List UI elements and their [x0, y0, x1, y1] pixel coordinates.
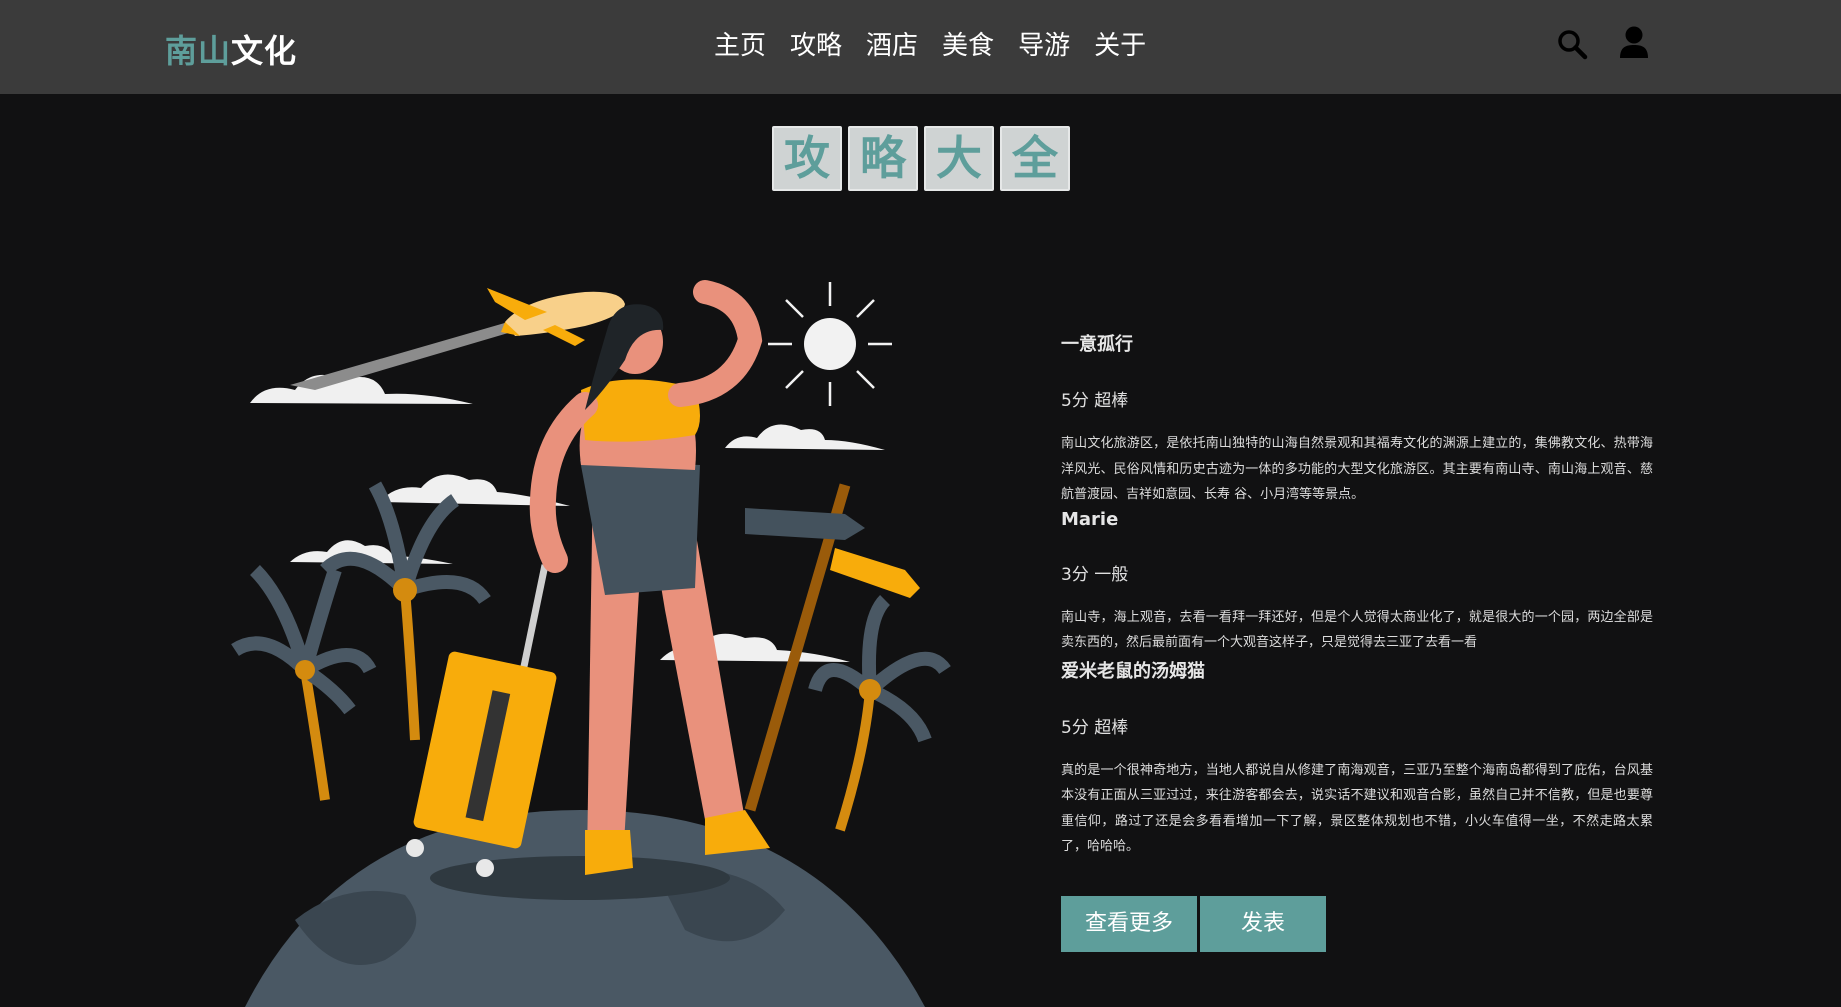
review-item: Marie 3分 一般 南山寺，海上观音，去看一看拜一拜还好，但是个人觉得太商业… [1061, 509, 1653, 656]
review-rating: 3分 一般 [1061, 564, 1129, 585]
sun-icon [768, 282, 892, 406]
search-icon[interactable] [1555, 24, 1589, 64]
main-nav: 主页 攻略 酒店 美食 导游 关于 [714, 28, 1170, 64]
title-char: 攻 [772, 126, 842, 191]
reviews-list: 一意孤行 5分 超棒 南山文化旅游区，是依托南山独特的山海自然景观和其福寿文化的… [1061, 330, 1653, 860]
review-rating: 5分 超棒 [1061, 717, 1129, 738]
title-char: 大 [924, 126, 994, 191]
nav-food[interactable]: 美食 [942, 28, 994, 64]
review-item: 爱米老鼠的汤姆猫 5分 超棒 真的是一个很神奇地方，当地人都说自从修建了南海观音… [1061, 657, 1653, 860]
review-author: Marie [1061, 508, 1119, 530]
logo-part-1: 南山 [165, 32, 232, 70]
nav-tour-guide[interactable]: 导游 [1018, 28, 1070, 64]
review-author: 一意孤行 [1061, 334, 1133, 355]
nav-guides[interactable]: 攻略 [790, 28, 842, 64]
view-more-button[interactable]: 查看更多 [1061, 896, 1197, 952]
airplane-icon [487, 288, 625, 346]
title-char: 略 [848, 126, 918, 191]
page-title: 攻 略 大 全 [772, 126, 1070, 191]
review-rating: 5分 超棒 [1061, 391, 1129, 411]
review-author: 爱米老鼠的汤姆猫 [1061, 660, 1205, 682]
header-icons [1555, 24, 1651, 64]
review-text: 南山寺，海上观音，去看一看拜一拜还好，但是个人觉得太商业化了，就是很大的一个园，… [1061, 609, 1653, 651]
nav-hotels[interactable]: 酒店 [866, 28, 918, 64]
post-button[interactable]: 发表 [1200, 896, 1326, 952]
traveler-figure [529, 280, 770, 875]
review-text: 南山文化旅游区，是依托南山独特的山海自然景观和其福寿文化的渊源上建立的，集佛教文… [1061, 436, 1653, 502]
nav-about[interactable]: 关于 [1094, 28, 1146, 64]
action-buttons: 查看更多 发表 [1061, 896, 1326, 952]
user-icon[interactable] [1617, 24, 1651, 64]
travel-illustration [225, 270, 965, 1007]
title-char: 全 [1000, 126, 1070, 191]
logo-part-2: 文化 [231, 32, 298, 70]
review-text: 真的是一个很神奇地方，当地人都说自从修建了南海观音，三亚乃至整个海南岛都得到了庇… [1061, 762, 1653, 855]
top-navbar: 南山文化 主页 攻略 酒店 美食 导游 关于 [0, 0, 1841, 94]
nav-home[interactable]: 主页 [714, 28, 766, 64]
review-item: 一意孤行 5分 超棒 南山文化旅游区，是依托南山独特的山海自然景观和其福寿文化的… [1061, 330, 1653, 508]
site-logo[interactable]: 南山文化 [165, 26, 297, 72]
